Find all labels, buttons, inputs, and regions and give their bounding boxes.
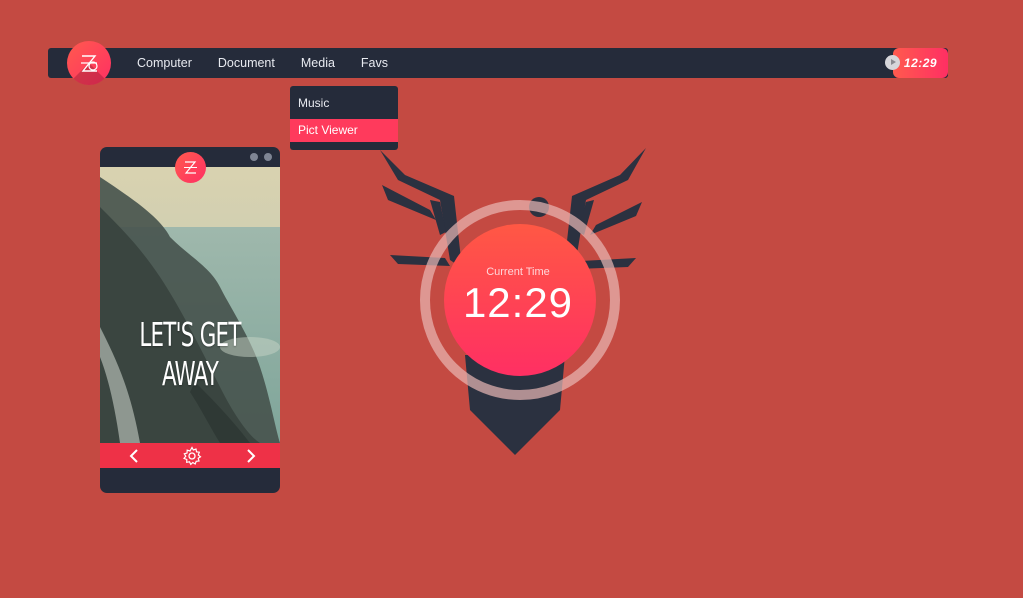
picture-viewer-widget: LET'S GET AWAY: [100, 147, 280, 493]
chevron-left-icon[interactable]: [121, 443, 146, 468]
menu-item-document[interactable]: Document: [218, 56, 275, 70]
window-controls: [250, 153, 272, 161]
chevron-right-icon[interactable]: [238, 443, 263, 468]
dropdown-item-music[interactable]: Music: [290, 92, 398, 115]
viewer-logo-icon: [175, 152, 206, 183]
topbar-clock: 12:29: [893, 48, 948, 78]
logo-glyph-icon: [81, 55, 98, 72]
menu-item-favs[interactable]: Favs: [361, 56, 388, 70]
clock-label: Current Time: [486, 266, 550, 278]
window-dot-close[interactable]: [264, 153, 272, 161]
landscape-photo: LET'S GET AWAY: [100, 167, 280, 443]
main-menu: Computer Document Media Favs: [137, 48, 388, 78]
play-icon[interactable]: [885, 55, 900, 70]
menu-item-media[interactable]: Media: [301, 56, 335, 70]
viewer-control-bar: [100, 443, 280, 468]
window-dot-minimize[interactable]: [250, 153, 258, 161]
gear-icon[interactable]: [179, 443, 204, 468]
photo-slogan: LET'S GET AWAY: [139, 315, 241, 393]
current-time-display: 12:29: [462, 279, 574, 326]
app-logo[interactable]: [67, 41, 111, 85]
dropdown-item-pict-viewer[interactable]: Pict Viewer: [290, 119, 398, 142]
menu-item-computer[interactable]: Computer: [137, 56, 192, 70]
